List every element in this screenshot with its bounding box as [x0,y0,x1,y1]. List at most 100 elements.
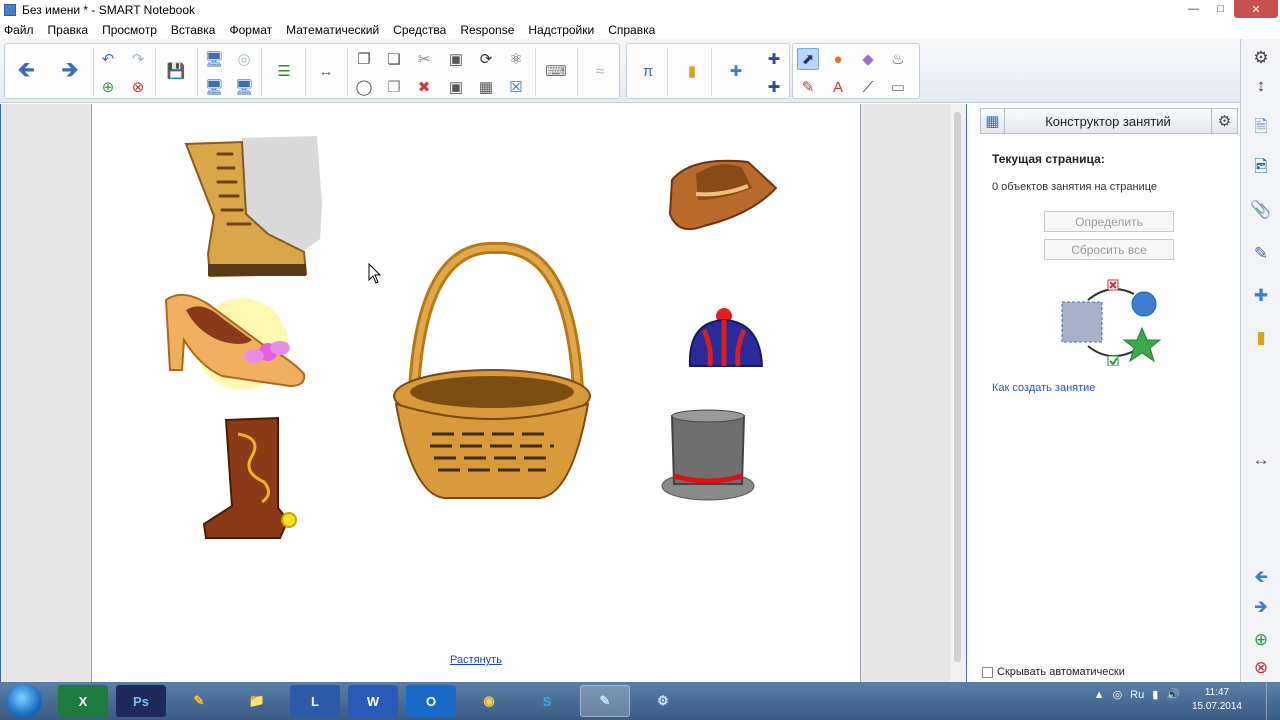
menu-format[interactable]: Формат [229,23,272,37]
copy-icon[interactable]: ❏ [383,48,405,70]
smart-notebook-taskbar-icon[interactable]: ✎ [580,685,630,717]
gallery-tab-icon[interactable]: 🖻 [1248,155,1274,181]
previous-page-icon[interactable]: 🡸 [11,57,41,87]
high-heel-shoe-image[interactable] [164,293,306,390]
cowboy-boot-image[interactable] [202,416,297,539]
menu-edit[interactable]: Правка [48,23,89,37]
eraser-tool-icon[interactable]: ◆ [857,48,879,70]
sidebar-next-page-icon[interactable]: 🡺 [1248,595,1274,621]
sidebar-previous-page-icon[interactable]: 🡸 [1248,565,1274,591]
start-button[interactable] [6,684,42,718]
reveal-screen-icon[interactable]: ▣ [445,76,467,98]
cowboy-hat-image[interactable] [668,159,778,230]
excel-taskbar-icon[interactable]: X [58,685,108,717]
tray-volume-icon[interactable]: 🔊 [1166,688,1180,701]
show-desktop-button[interactable] [1266,682,1280,720]
eraser-icon[interactable]: ▭ [887,76,909,98]
move-toolbar-icon[interactable]: ↕ [1248,73,1274,99]
pens-icon[interactable]: ✎ [797,76,819,98]
smart-tools-taskbar-icon[interactable]: ⚙ [638,685,688,717]
skype-taskbar-icon[interactable]: S [522,685,572,717]
tray-network-icon[interactable]: ◎ [1113,688,1123,701]
fill-icon[interactable]: ♨ [887,48,909,70]
photoshop-taskbar-icon[interactable]: Ps [116,685,166,717]
gallery-icon[interactable]: ▮ [681,60,703,82]
menu-help[interactable]: Справка [608,23,655,37]
next-page-icon[interactable]: 🡺 [55,57,85,87]
menu-math[interactable]: Математический [286,23,379,37]
add-row-icon[interactable]: ✚ [763,76,785,98]
gear-icon[interactable]: ⚙ [1211,109,1237,133]
attachments-icon[interactable]: 📎 [1248,197,1274,223]
lync-taskbar-icon[interactable]: L [290,685,340,717]
full-screen-icon[interactable]: 🖥 [233,76,255,98]
screen-shade-icon[interactable]: 🖥 [203,76,225,98]
menu-view[interactable]: Просмотр [102,23,157,37]
sidebar-add-page-icon[interactable]: ⊕ [1248,627,1274,653]
lesson-activity-icon[interactable]: ✚ [725,60,747,82]
link-icon[interactable]: ⚛ [505,48,527,70]
vertical-scrollbar[interactable] [950,104,966,682]
how-to-create-lesson-link[interactable]: Как создать занятие [992,382,1095,394]
wireless-icon[interactable]: ≈ [589,60,611,82]
menu-insert[interactable]: Вставка [171,23,216,37]
menu-tools[interactable]: Средства [393,23,446,37]
keyboard-icon[interactable]: ⌨ [545,60,567,82]
settings-gear-icon[interactable]: ⚙ [1248,45,1274,71]
add-page-icon[interactable]: ⊕ [97,76,119,98]
menu-addons[interactable]: Надстройки [528,23,594,37]
menu-file[interactable]: Файл [4,23,34,37]
minimize-button[interactable]: — [1180,0,1207,18]
shapes-icon[interactable]: ● [827,48,849,70]
table-icon[interactable]: ▦ [475,76,497,98]
display-icon[interactable]: 🖥 [203,48,225,70]
auto-hide-checkbox[interactable] [982,666,993,678]
line-tool-icon[interactable]: ⟋ [857,76,879,98]
clock[interactable]: 11:47 15.07.2014 [1192,686,1242,714]
shape-icon[interactable]: ◯ [353,76,375,98]
explorer-taskbar-icon[interactable]: 📁 [232,685,282,717]
reset-all-button[interactable]: Сбросить все [1044,239,1174,260]
rotate-icon[interactable]: ⟳ [475,48,497,70]
boot-image[interactable] [184,136,322,278]
document-camera-icon[interactable]: ◎ [233,48,255,70]
text-tool-icon[interactable]: A [827,76,849,98]
tray-battery-icon[interactable]: ▮ [1152,688,1158,701]
grid-icon[interactable]: ▦ [981,109,1005,133]
paint-taskbar-icon[interactable]: ✎ [174,685,224,717]
undo-icon[interactable]: ↶ [97,48,119,70]
cut-icon[interactable]: ✂ [413,48,435,70]
properties-icon[interactable]: ✎ [1248,241,1274,267]
top-hat-image[interactable] [661,409,755,501]
maximize-button[interactable]: □ [1207,0,1234,18]
paste-icon[interactable]: ❐ [353,48,375,70]
sidebar-delete-page-icon[interactable]: ⊗ [1248,655,1274,681]
addons-tab-icon[interactable]: ▮ [1248,325,1274,351]
beanie-hat-image[interactable] [688,308,764,367]
screen-capture-icon[interactable]: ▣ [445,48,467,70]
chrome-taskbar-icon[interactable]: ◉ [464,685,514,717]
define-button[interactable]: Определить [1044,211,1174,232]
word-taskbar-icon[interactable]: W [348,685,398,717]
close-button[interactable]: ✕ [1234,0,1278,18]
panel-splitter[interactable] [966,104,978,682]
language-indicator[interactable]: Ru [1130,689,1144,701]
align-icon[interactable]: ☰ [273,60,295,82]
add-column-icon[interactable]: ✚ [763,48,785,70]
scrollbar-thumb[interactable] [954,112,961,662]
delete-page-icon[interactable]: ⊗ [127,76,149,98]
close-box-icon[interactable]: ☒ [505,76,527,98]
notebook-page[interactable] [91,104,861,682]
page-width-icon[interactable]: ↔ [315,60,337,82]
stretch-link[interactable]: Растянуть [450,654,502,666]
page-sorter-icon[interactable]: 🗎 [1248,115,1274,141]
basket-image[interactable] [393,241,591,499]
group-icon[interactable]: ❐ [383,76,405,98]
outlook-taskbar-icon[interactable]: O [406,685,456,717]
math-pi-icon[interactable]: π [637,60,659,82]
canvas-area[interactable] [0,104,966,682]
move-sidebar-icon[interactable]: ↔ [1248,447,1274,473]
menu-response[interactable]: Response [460,23,514,37]
delete-icon[interactable]: ✖ [413,76,435,98]
lesson-activity-tab-icon[interactable]: ✚ [1248,283,1274,309]
